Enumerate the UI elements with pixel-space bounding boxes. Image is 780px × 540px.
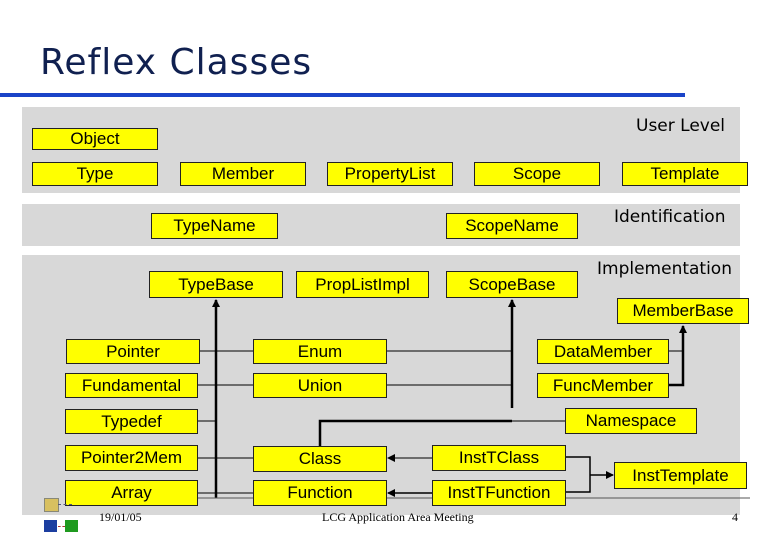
box-scope-base: ScopeBase — [446, 271, 578, 298]
lcg-logo-icon — [44, 498, 79, 532]
box-member: Member — [180, 162, 306, 186]
box-object: Object — [32, 128, 158, 150]
box-template: Template — [622, 162, 748, 186]
box-namespace: Namespace — [565, 408, 697, 434]
footer-date: 19/01/05 — [99, 510, 142, 524]
box-scope: Scope — [474, 162, 600, 186]
box-function: Function — [253, 480, 387, 506]
box-typedef: Typedef — [65, 409, 198, 434]
box-prop-list-impl: PropListImpl — [296, 271, 429, 298]
box-inst-t-class: InstTClass — [432, 445, 566, 471]
box-member-base: MemberBase — [617, 298, 749, 324]
box-inst-t-function: InstTFunction — [432, 480, 566, 506]
box-func-member: FuncMember — [537, 373, 669, 398]
footer-meeting: LCG Application Area Meeting — [322, 510, 474, 524]
footer-page-number: 4 — [732, 510, 738, 524]
box-union: Union — [253, 373, 387, 398]
box-pointer2mem: Pointer2Mem — [65, 445, 198, 471]
box-fundamental: Fundamental — [65, 373, 198, 398]
box-type-base: TypeBase — [149, 271, 283, 298]
box-inst-template: InstTemplate — [614, 462, 747, 489]
class-link — [318, 419, 512, 447]
funcmember-link — [669, 325, 687, 387]
box-pointer: Pointer — [66, 339, 200, 364]
box-type: Type — [32, 162, 158, 186]
box-data-member: DataMember — [537, 339, 669, 364]
box-property-list: PropertyList — [327, 162, 453, 186]
box-scope-name: ScopeName — [446, 213, 578, 239]
box-class: Class — [253, 446, 387, 472]
box-enum: Enum — [253, 339, 387, 364]
box-array: Array — [65, 480, 198, 506]
box-type-name: TypeName — [151, 213, 278, 239]
insttclass-to-template — [566, 456, 591, 493]
